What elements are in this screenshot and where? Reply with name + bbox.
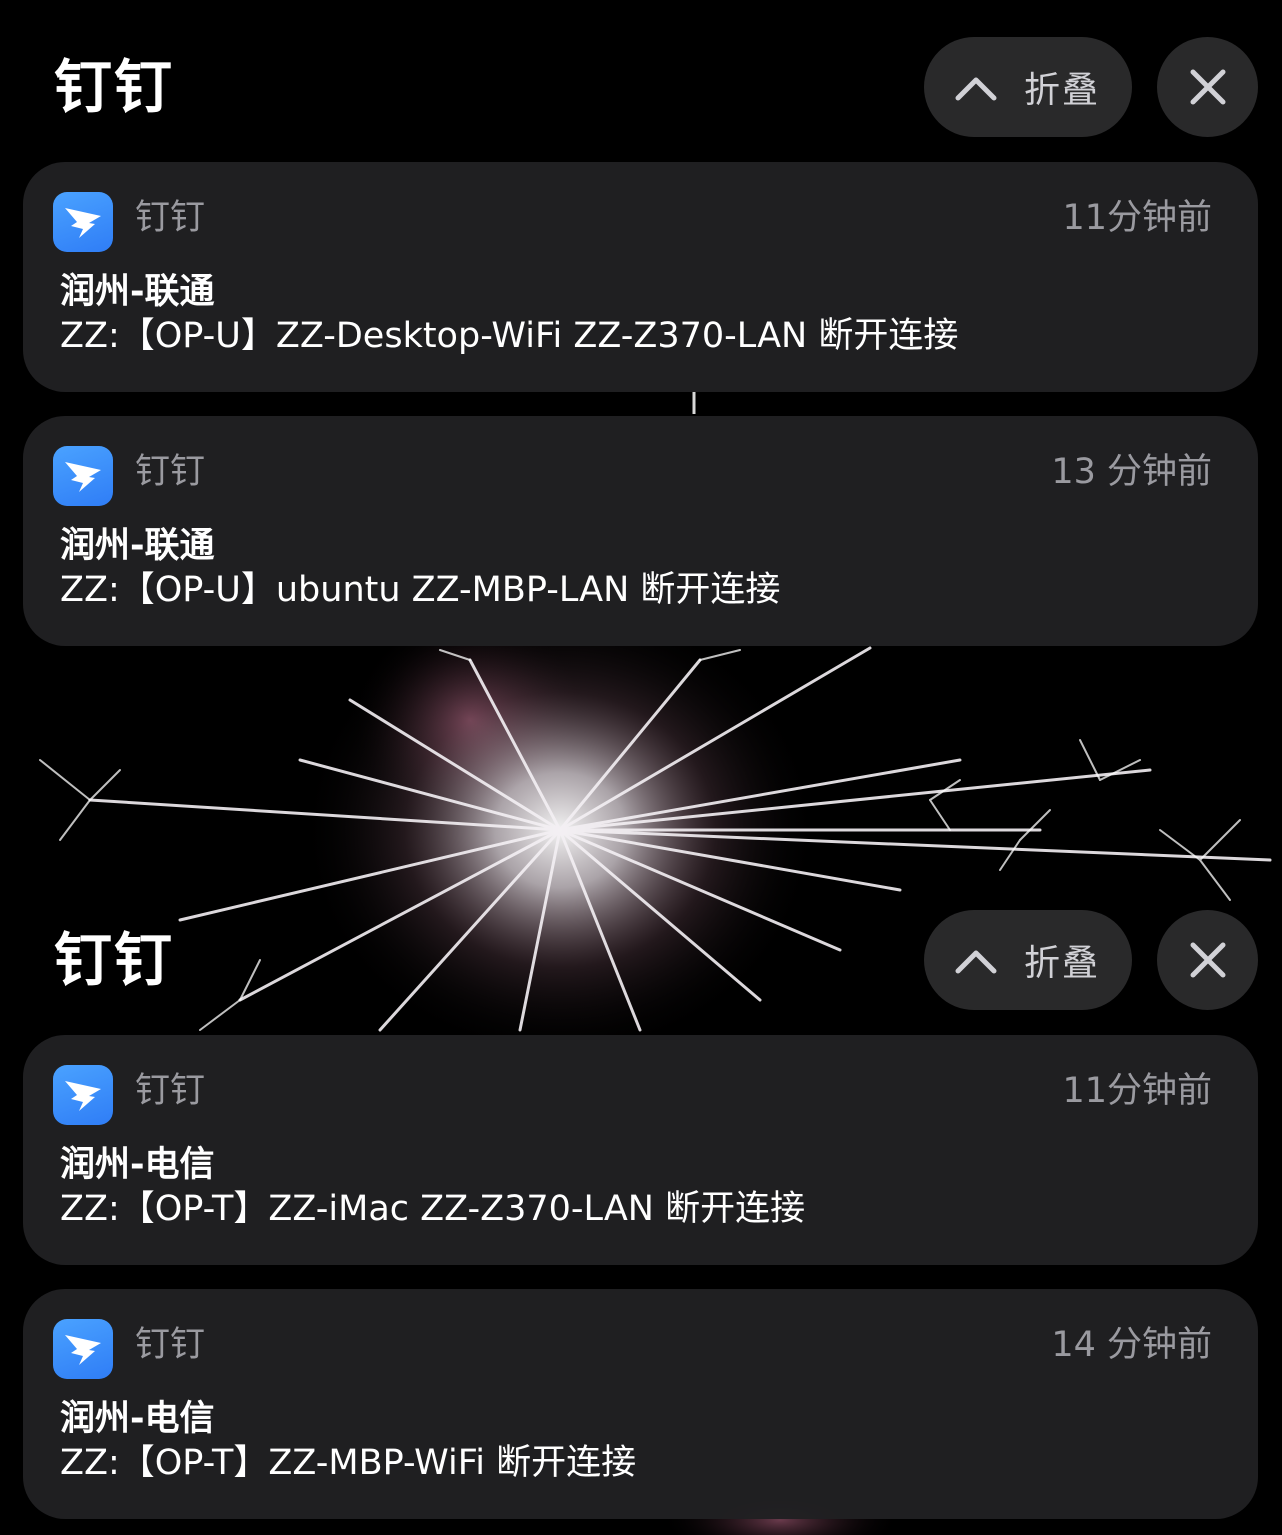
notification-card[interactable]: 钉钉 11分钟前 润州-联通 ZZ:【OP-U】ZZ-Desktop-WiFi … <box>23 162 1258 392</box>
timestamp: 11分钟前 <box>1062 198 1212 238</box>
collapse-label: 折叠 <box>1024 943 1101 984</box>
group-title: 钉钉 <box>54 53 175 121</box>
notification-body: ZZ:【OP-T】ZZ-iMac ZZ-Z370-LAN 断开连接 <box>60 1189 806 1229</box>
dingtalk-icon <box>53 192 113 252</box>
app-name: 钉钉 <box>135 1325 206 1365</box>
notification-body: ZZ:【OP-U】ubuntu ZZ-MBP-LAN 断开连接 <box>60 570 781 610</box>
notification-card[interactable]: 钉钉 11分钟前 润州-电信 ZZ:【OP-T】ZZ-iMac ZZ-Z370-… <box>23 1035 1258 1265</box>
notification-card[interactable]: 钉钉 13 分钟前 润州-联通 ZZ:【OP-U】ubuntu ZZ-MBP-L… <box>23 416 1258 646</box>
close-icon <box>1190 69 1225 105</box>
close-button[interactable] <box>1157 37 1258 137</box>
notification-body: ZZ:【OP-T】ZZ-MBP-WiFi 断开连接 <box>60 1443 637 1483</box>
notification-card[interactable]: 钉钉 14 分钟前 润州-电信 ZZ:【OP-T】ZZ-MBP-WiFi 断开连… <box>23 1289 1258 1519</box>
group-header: 钉钉 折叠 <box>0 910 1282 1010</box>
dingtalk-icon <box>53 1319 113 1379</box>
group-title: 钉钉 <box>54 926 175 994</box>
collapse-label: 折叠 <box>1024 70 1101 111</box>
dingtalk-icon <box>53 1065 113 1125</box>
app-name: 钉钉 <box>135 452 206 492</box>
timestamp: 13 分钟前 <box>1051 452 1212 492</box>
notification-body: ZZ:【OP-U】ZZ-Desktop-WiFi ZZ-Z370-LAN 断开连… <box>60 316 959 356</box>
timestamp: 14 分钟前 <box>1051 1325 1212 1365</box>
collapse-button[interactable]: 折叠 <box>924 910 1132 1010</box>
chevron-up-icon <box>955 950 997 974</box>
timestamp: 11分钟前 <box>1062 1071 1212 1111</box>
close-button[interactable] <box>1157 910 1258 1010</box>
notification-title: 润州-电信 <box>60 1399 215 1439</box>
collapse-button[interactable]: 折叠 <box>924 37 1132 137</box>
chevron-up-icon <box>955 77 997 101</box>
close-icon <box>1190 942 1225 978</box>
notification-title: 润州-联通 <box>60 272 215 312</box>
app-name: 钉钉 <box>135 1071 206 1111</box>
app-name: 钉钉 <box>135 198 206 238</box>
dingtalk-icon <box>53 446 113 506</box>
notification-title: 润州-联通 <box>60 526 215 566</box>
notification-title: 润州-电信 <box>60 1145 215 1185</box>
group-header: 钉钉 折叠 <box>0 37 1282 137</box>
